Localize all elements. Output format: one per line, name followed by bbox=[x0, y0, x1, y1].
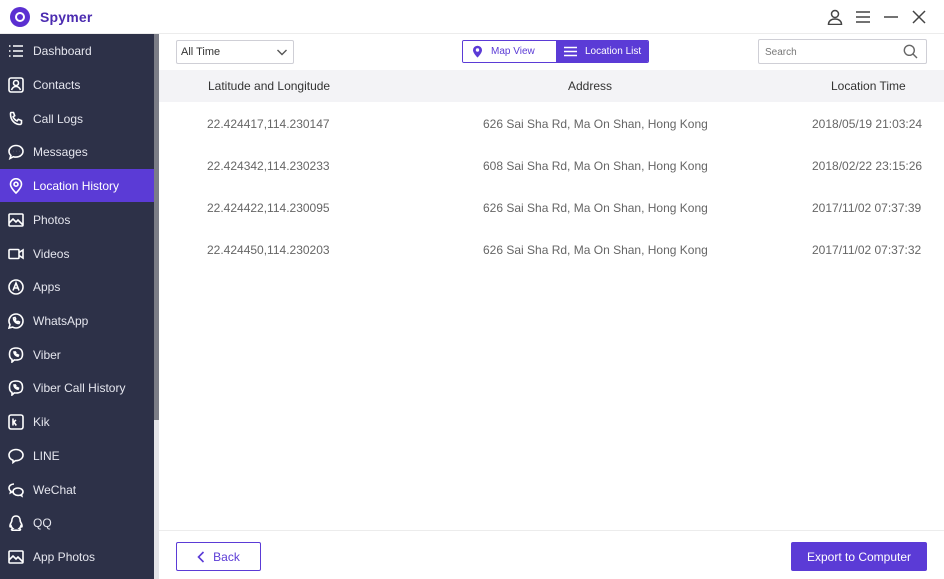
sidebar-item-label: WhatsApp bbox=[33, 313, 89, 328]
sidebar-item-label: Photos bbox=[33, 212, 71, 227]
sidebar-item-label: App Photos bbox=[33, 549, 96, 564]
line-icon bbox=[7, 447, 25, 465]
cell-coordinates: 22.424422,114.230095 bbox=[207, 201, 330, 215]
sidebar-item-label: Videos bbox=[33, 246, 70, 261]
back-button[interactable]: Back bbox=[176, 542, 261, 571]
view-toggle: Map View Location List bbox=[462, 40, 649, 63]
app-title: Spymer bbox=[40, 9, 93, 25]
minimize-icon[interactable] bbox=[880, 6, 902, 28]
account-icon[interactable] bbox=[824, 6, 846, 28]
list-icon bbox=[564, 46, 577, 57]
search-input[interactable] bbox=[765, 44, 895, 60]
list-icon bbox=[7, 42, 25, 60]
search-icon[interactable] bbox=[903, 44, 918, 64]
sidebar-item-label: Call Logs bbox=[33, 111, 84, 126]
sidebar-item-videos[interactable]: Videos bbox=[0, 237, 154, 270]
table-row[interactable]: 22.424342,114.230233 608 Sai Sha Rd, Ma … bbox=[159, 145, 944, 187]
sidebar-item-label: WeChat bbox=[33, 482, 77, 497]
sidebar-item-wechat[interactable]: WeChat bbox=[0, 473, 154, 506]
cell-location-time: 2017/11/02 07:37:39 bbox=[812, 201, 922, 215]
title-bar: Spymer bbox=[0, 0, 944, 34]
sidebar-item-label: LINE bbox=[33, 448, 60, 463]
location-pin-icon bbox=[473, 45, 482, 58]
message-icon bbox=[7, 143, 25, 161]
sidebar: Dashboard Contacts Call Logs Messages Lo… bbox=[0, 34, 154, 579]
close-icon[interactable] bbox=[908, 6, 930, 28]
table-row[interactable]: 22.424417,114.230147 626 Sai Sha Rd, Ma … bbox=[159, 103, 944, 145]
sidebar-item-label: Kik bbox=[33, 414, 50, 429]
contacts-icon bbox=[7, 76, 25, 94]
cell-location-time: 2018/02/22 23:15:26 bbox=[812, 159, 923, 173]
back-label: Back bbox=[213, 549, 240, 564]
sidebar-item-label: Viber Call History bbox=[33, 380, 126, 395]
sidebar-item-label: QQ bbox=[33, 515, 52, 530]
location-list-label: Location List bbox=[585, 46, 642, 57]
sidebar-item-label: Apps bbox=[33, 279, 61, 294]
table-row[interactable]: 22.424422,114.230095 626 Sai Sha Rd, Ma … bbox=[159, 187, 944, 229]
main-content: All Time Map View Location List Latitude… bbox=[159, 34, 944, 579]
column-header-coordinates: Latitude and Longitude bbox=[208, 79, 331, 93]
chevron-left-icon bbox=[197, 550, 205, 563]
column-header-address: Address bbox=[568, 79, 613, 93]
footer-bar: Back Export to Computer bbox=[159, 530, 944, 579]
cell-address: 608 Sai Sha Rd, Ma On Shan, Hong Kong bbox=[483, 159, 708, 173]
viber-icon bbox=[7, 346, 25, 364]
cell-location-time: 2018/05/19 21:03:24 bbox=[812, 117, 923, 131]
column-header-location-time: Location Time bbox=[831, 79, 906, 93]
sidebar-item-photos[interactable]: Photos bbox=[0, 203, 154, 236]
sidebar-item-messages[interactable]: Messages bbox=[0, 135, 154, 168]
app-photos-icon bbox=[7, 548, 25, 566]
map-view-button[interactable]: Map View bbox=[463, 41, 556, 62]
qq-icon bbox=[7, 514, 25, 532]
search-box bbox=[758, 39, 927, 64]
sidebar-item-call-logs[interactable]: Call Logs bbox=[0, 102, 154, 135]
location-list-button[interactable]: Location List bbox=[556, 41, 648, 62]
location-pin-icon bbox=[7, 177, 25, 195]
sidebar-item-app-photos[interactable]: App Photos bbox=[0, 540, 154, 573]
photo-icon bbox=[7, 211, 25, 229]
wechat-icon bbox=[7, 481, 25, 499]
sidebar-item-location-history[interactable]: Location History bbox=[0, 169, 154, 202]
time-filter-select[interactable]: All Time bbox=[176, 40, 294, 64]
sidebar-item-kik[interactable]: Kik bbox=[0, 405, 154, 438]
sidebar-item-label: Viber bbox=[33, 347, 61, 362]
table-header: Latitude and Longitude Address Location … bbox=[159, 70, 944, 102]
sidebar-item-apps[interactable]: Apps bbox=[0, 270, 154, 303]
whatsapp-icon bbox=[7, 312, 25, 330]
chevron-down-icon bbox=[276, 46, 288, 61]
sidebar-item-contacts[interactable]: Contacts bbox=[0, 68, 154, 101]
sidebar-item-label: Location History bbox=[33, 178, 120, 193]
cell-coordinates: 22.424417,114.230147 bbox=[207, 117, 330, 131]
table-row[interactable]: 22.424450,114.230203 626 Sai Sha Rd, Ma … bbox=[159, 229, 944, 271]
video-icon bbox=[7, 245, 25, 263]
sidebar-item-label: Contacts bbox=[33, 77, 81, 92]
sidebar-item-line[interactable]: LINE bbox=[0, 439, 154, 472]
sidebar-item-label: Dashboard bbox=[33, 43, 92, 58]
viber-call-icon bbox=[7, 379, 25, 397]
phone-icon bbox=[7, 110, 25, 128]
sidebar-item-whatsapp[interactable]: WhatsApp bbox=[0, 304, 154, 337]
apps-icon bbox=[7, 278, 25, 296]
cell-address: 626 Sai Sha Rd, Ma On Shan, Hong Kong bbox=[483, 117, 708, 131]
cell-location-time: 2017/11/02 07:37:32 bbox=[812, 243, 922, 257]
sidebar-item-viber-call-history[interactable]: Viber Call History bbox=[0, 371, 154, 404]
cell-address: 626 Sai Sha Rd, Ma On Shan, Hong Kong bbox=[483, 243, 708, 257]
cell-coordinates: 22.424450,114.230203 bbox=[207, 243, 330, 257]
kik-icon bbox=[7, 413, 25, 431]
export-to-computer-button[interactable]: Export to Computer bbox=[791, 542, 927, 571]
time-filter-value: All Time bbox=[181, 46, 221, 58]
export-label: Export to Computer bbox=[806, 549, 912, 564]
sidebar-item-dashboard[interactable]: Dashboard bbox=[0, 34, 154, 67]
cell-address: 626 Sai Sha Rd, Ma On Shan, Hong Kong bbox=[483, 201, 708, 215]
menu-icon[interactable] bbox=[852, 6, 874, 28]
cell-coordinates: 22.424342,114.230233 bbox=[207, 159, 330, 173]
sidebar-item-viber[interactable]: Viber bbox=[0, 338, 154, 371]
sidebar-item-label: Messages bbox=[33, 144, 88, 159]
map-view-label: Map View bbox=[491, 46, 535, 57]
sidebar-item-qq[interactable]: QQ bbox=[0, 506, 154, 539]
spymer-logo-icon bbox=[10, 7, 30, 27]
